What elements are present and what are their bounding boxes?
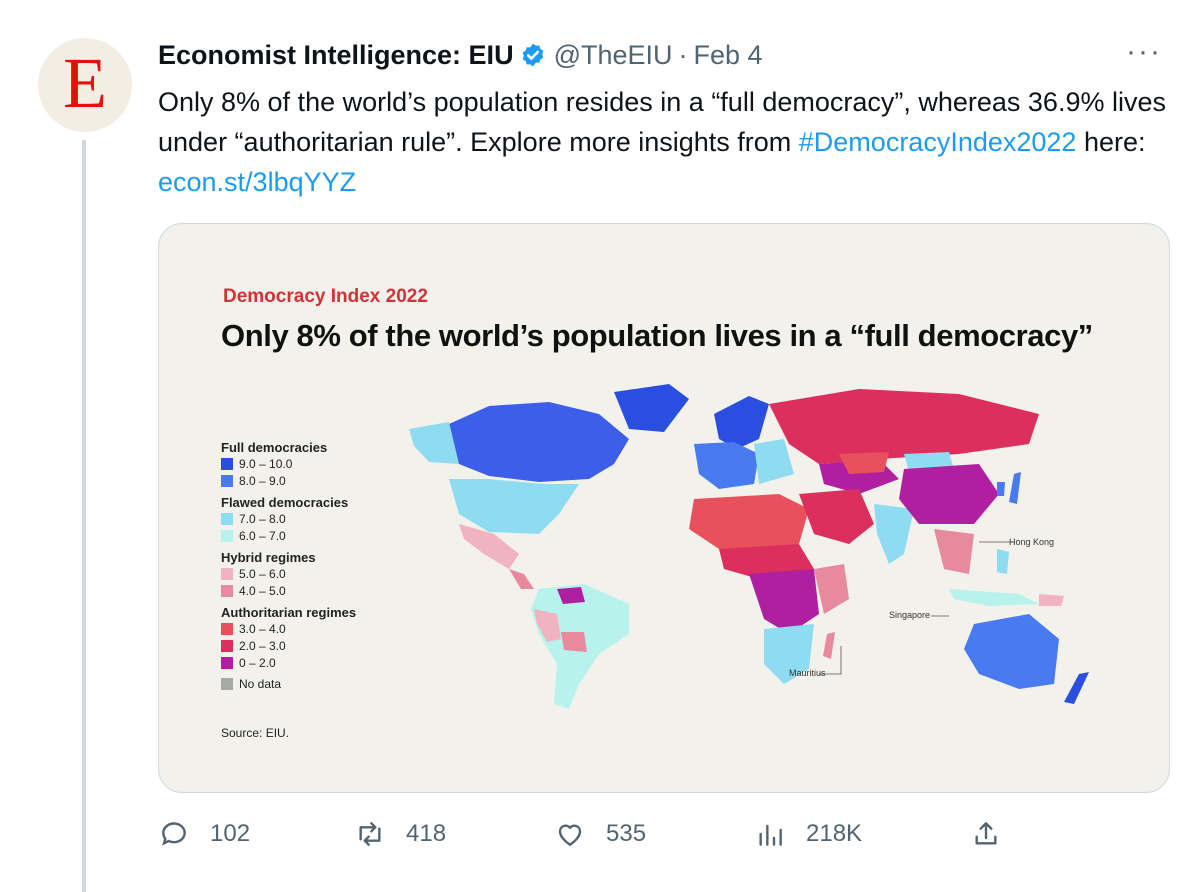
verified-badge-icon	[522, 43, 543, 67]
legend-group-flawed: Flawed democracies	[221, 495, 349, 510]
like-button[interactable]: 535	[554, 818, 646, 850]
annotation-hong-kong: Hong Kong	[1009, 537, 1055, 547]
thread-line	[82, 140, 86, 892]
legend-swatch	[221, 622, 233, 635]
retweet-icon	[359, 822, 381, 846]
more-options-icon[interactable]: ···	[1126, 37, 1162, 67]
map-japan	[1009, 472, 1021, 504]
map-central-africa	[749, 569, 819, 634]
legend-group-hybrid: Hybrid regimes	[221, 550, 316, 565]
image-headline: Only 8% of the world’s population lives …	[221, 318, 1093, 353]
map-png	[1039, 594, 1064, 606]
legend-label: 4.0 – 5.0	[239, 583, 286, 598]
legend-swatch	[221, 529, 233, 542]
legend-label: 0 – 2.0	[239, 655, 276, 670]
legend-item: 9.0 – 10.0	[221, 455, 356, 472]
heart-icon	[558, 824, 582, 846]
legend-item: 8.0 – 9.0	[221, 472, 356, 489]
legend-swatch	[221, 567, 233, 580]
legend-swatch	[221, 512, 233, 525]
legend-item: No data	[221, 675, 356, 692]
share-icon	[975, 822, 997, 845]
legend-label: 9.0 – 10.0	[239, 456, 293, 471]
legend-swatch	[221, 639, 233, 652]
map-china	[899, 464, 999, 524]
legend-item: 0 – 2.0	[221, 654, 356, 671]
map-india	[874, 504, 914, 564]
reply-button[interactable]: 102	[158, 818, 250, 850]
legend-group-authoritarian: Authoritarian regimes	[221, 605, 357, 620]
url-link[interactable]: econ.st/3lbqYYZ	[158, 167, 356, 197]
map-new-zealand	[1064, 672, 1089, 704]
author-name[interactable]: Economist Intelligence: EIU	[158, 40, 514, 71]
retweet-button[interactable]: 418	[354, 818, 446, 850]
image-source: Source: EIU.	[221, 726, 290, 740]
legend-label: 8.0 – 9.0	[239, 473, 286, 488]
map-canada	[449, 402, 629, 482]
legend-swatch	[221, 457, 233, 470]
retweet-count: 418	[406, 820, 447, 847]
tweet-text-mid: here:	[1076, 127, 1146, 157]
legend-label: 5.0 – 6.0	[239, 566, 286, 581]
legend-item: 4.0 – 5.0	[221, 582, 356, 599]
legend-group-full: Full democracies	[221, 440, 328, 455]
legend-item: 3.0 – 4.0	[221, 620, 356, 637]
map-scandinavia	[714, 396, 769, 449]
map-bolivia	[561, 632, 587, 652]
map-eastern-europe	[754, 439, 794, 484]
reply-icon	[162, 822, 186, 846]
map-usa	[449, 479, 579, 534]
legend-label: 3.0 – 4.0	[239, 621, 286, 636]
legend-swatch	[221, 474, 233, 487]
legend-swatch	[221, 584, 233, 597]
legend-item: 7.0 – 8.0	[221, 510, 356, 527]
map-indonesia	[949, 589, 1039, 606]
map-central-america	[509, 569, 534, 589]
tweet-media-image[interactable]: Democracy Index 2022 Only 8% of the worl…	[158, 223, 1170, 793]
annotation-singapore: Singapore	[889, 610, 931, 620]
avatar[interactable]: E	[38, 38, 132, 132]
legend-item: 6.0 – 7.0	[221, 527, 356, 544]
map-western-europe	[694, 442, 759, 489]
legend-swatch	[221, 656, 233, 669]
like-count: 535	[606, 820, 647, 847]
legend-label: No data	[239, 676, 282, 691]
view-count: 218K	[806, 820, 863, 847]
map-philippines	[997, 549, 1009, 574]
tweet-header: Economist Intelligence: EIU @TheEIU · Fe…	[158, 38, 763, 72]
analytics-icon	[759, 824, 782, 846]
map-russia	[769, 389, 1039, 464]
legend-label: 7.0 – 8.0	[239, 511, 286, 526]
legend-swatch	[221, 677, 233, 690]
hashtag-link[interactable]: #DemocracyIndex2022	[799, 127, 1077, 157]
map-southeast-asia	[934, 529, 974, 574]
map-korea	[997, 482, 1005, 496]
separator-dot: ·	[678, 39, 688, 70]
map-legend: Full democracies 9.0 – 10.0 8.0 – 9.0 Fl…	[221, 434, 356, 692]
tweet-date[interactable]: Feb 4	[694, 40, 763, 71]
annotation-mauritius: Mauritius	[789, 668, 826, 678]
legend-label: 6.0 – 7.0	[239, 528, 286, 543]
avatar-letter: E	[63, 43, 107, 123]
map-madagascar	[823, 632, 835, 659]
image-eyebrow: Democracy Index 2022	[223, 286, 428, 307]
views-button[interactable]: 218K	[754, 818, 862, 850]
map-australia	[964, 614, 1059, 689]
reply-count: 102	[210, 820, 251, 847]
tweet-actions: 102 418 535 218K	[158, 818, 1018, 858]
map-greenland	[614, 384, 689, 432]
map-east-africa	[814, 564, 849, 614]
tweet-text: Only 8% of the world’s population reside…	[158, 82, 1168, 202]
share-button[interactable]	[970, 818, 1022, 850]
author-handle[interactable]: @TheEIU	[554, 40, 673, 71]
legend-item: 5.0 – 6.0	[221, 565, 356, 582]
legend-label: 2.0 – 3.0	[239, 638, 286, 653]
map-middle-east	[799, 489, 874, 544]
legend-item: 2.0 – 3.0	[221, 637, 356, 654]
